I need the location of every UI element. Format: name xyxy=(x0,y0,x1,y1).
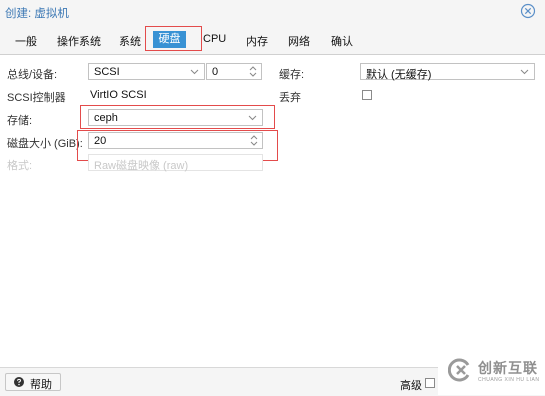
scsi-controller-label: SCSI控制器 xyxy=(7,92,66,104)
tab-cpu[interactable]: CPU xyxy=(203,33,226,45)
tab-general[interactable]: 一般 xyxy=(15,33,37,49)
scsi-controller-value: VirtIO SCSI xyxy=(90,89,147,101)
chevron-down-icon xyxy=(520,69,529,75)
watermark-text: 创新互联 xyxy=(478,360,538,376)
watermark-subtext: CHUANG XIN HU LIAN xyxy=(478,377,540,383)
close-icon[interactable] xyxy=(520,3,536,19)
tab-memory[interactable]: 内存 xyxy=(246,33,268,49)
format-label: 格式: xyxy=(7,160,33,172)
tab-confirm[interactable]: 确认 xyxy=(331,33,353,49)
tab-os[interactable]: 操作系统 xyxy=(57,33,101,49)
question-circle-icon xyxy=(14,377,24,387)
tab-network[interactable]: 网络 xyxy=(288,33,310,49)
chevron-down-icon xyxy=(190,69,199,75)
window-titlebar: 创建: 虚拟机 xyxy=(0,0,545,24)
spinner-arrows-icon[interactable] xyxy=(249,65,257,78)
wizard-tab-bar: 一般 操作系统 系统 硬盘 CPU 内存 网络 确认 xyxy=(0,24,545,55)
highlight-storage-field xyxy=(80,105,275,129)
tab-system[interactable]: 系统 xyxy=(119,33,141,49)
bus-device-label: 总线/设备: xyxy=(7,69,58,81)
cache-label: 缓存: xyxy=(279,69,305,81)
advanced-label: 高级 xyxy=(400,380,422,392)
cache-select[interactable]: 默认 (无缓存) xyxy=(360,63,535,81)
advanced-checkbox[interactable] xyxy=(425,378,435,388)
storage-label: 存储: xyxy=(7,115,33,127)
brand-logo-icon xyxy=(448,358,470,382)
watermark: 创新互联 CHUANG XIN HU LIAN xyxy=(438,348,545,395)
discard-checkbox[interactable] xyxy=(362,90,372,100)
window-title: 创建: 虚拟机 xyxy=(5,8,69,20)
highlight-hard-disk-tab xyxy=(145,26,202,51)
bus-select[interactable]: SCSI xyxy=(88,63,205,80)
format-select[interactable]: Raw磁盘映像 (raw) xyxy=(88,154,263,172)
help-button[interactable]: 帮助 xyxy=(5,373,61,391)
discard-label: 丢弃 xyxy=(279,92,301,104)
device-index-spinner[interactable]: 0 xyxy=(206,63,262,80)
disk-size-label: 磁盘大小 (GiB): xyxy=(7,138,83,150)
